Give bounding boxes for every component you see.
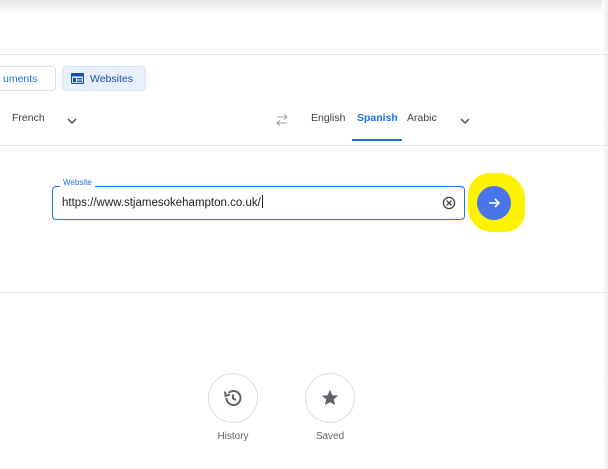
target-language-english[interactable]: English: [311, 112, 345, 124]
history-label: History: [217, 431, 249, 442]
content-divider: [0, 292, 608, 293]
history-icon: [224, 390, 242, 406]
chevron-down-icon[interactable]: [459, 115, 471, 127]
target-language-arabic[interactable]: Arabic: [407, 112, 437, 124]
target-language-spanish[interactable]: Spanish: [357, 112, 398, 124]
text-caret: [261, 195, 263, 208]
website-input-label: Website: [60, 178, 95, 187]
active-language-indicator: [352, 139, 402, 141]
tab-websites-label: Websites: [90, 72, 133, 85]
history-button[interactable]: [208, 373, 258, 423]
tab-websites[interactable]: Websites: [62, 66, 146, 91]
saved-label: Saved: [315, 431, 345, 442]
chevron-down-icon[interactable]: [66, 115, 78, 127]
arrow-right-icon: [489, 198, 501, 208]
star-icon: [321, 389, 339, 406]
clear-icon[interactable]: [442, 196, 456, 210]
language-bar-divider: [0, 145, 608, 146]
header-divider: [0, 54, 608, 55]
website-input-value[interactable]: https://www.stjamesokehampton.co.uk/: [62, 195, 263, 209]
source-language-selected[interactable]: French: [12, 112, 45, 124]
window-top-shadow: [0, 0, 608, 14]
tab-documents-label: uments: [3, 72, 38, 85]
saved-button[interactable]: [305, 373, 355, 423]
website-icon: [71, 73, 84, 84]
website-input[interactable]: https://www.stjamesokehampton.co.uk/: [52, 186, 465, 220]
translate-website-button[interactable]: [477, 186, 511, 220]
tab-documents[interactable]: uments: [0, 66, 56, 91]
swap-languages-icon[interactable]: [274, 113, 290, 127]
window-right-shadow: [602, 0, 608, 469]
